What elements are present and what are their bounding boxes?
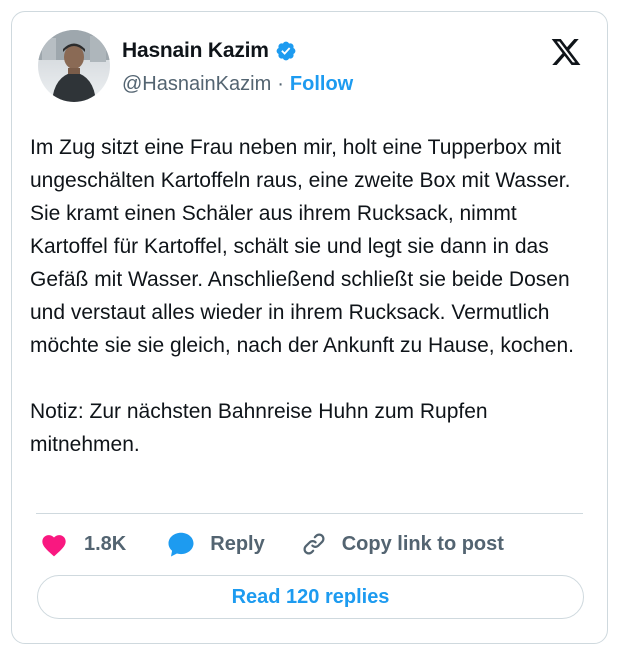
follow-button[interactable]: Follow (290, 73, 353, 96)
read-replies-button[interactable]: Read 120 replies (37, 575, 584, 619)
x-logo-icon[interactable] (549, 36, 583, 68)
like-count: 1.8K (84, 532, 127, 555)
separator-dot: · (277, 72, 284, 95)
copy-link-button[interactable]: Copy link to post (300, 530, 504, 558)
heart-icon (42, 535, 66, 557)
author-name[interactable]: Hasnain Kazim (122, 39, 269, 63)
tweet-card: Hasnain Kazim @HasnainKazim · Follow Im … (11, 11, 608, 644)
copy-link-label: Copy link to post (341, 532, 504, 555)
divider (36, 513, 583, 514)
speech-bubble-icon (168, 532, 194, 557)
verified-badge-icon (276, 41, 296, 61)
link-icon (303, 533, 325, 555)
author-handle[interactable]: @HasnainKazim (122, 73, 271, 96)
author-name-row: Hasnain Kazim (122, 37, 297, 65)
reply-button[interactable]: Reply (166, 530, 265, 558)
read-replies-label: Read 120 replies (231, 585, 390, 608)
tweet-actions: 1.8K Reply Copy link to post (40, 528, 504, 560)
author-handle-row: @HasnainKazim · Follow (122, 71, 353, 97)
like-button[interactable]: 1.8K (40, 531, 126, 557)
avatar[interactable] (38, 30, 110, 102)
tweet-text: Im Zug sitzt eine Frau neben mir, holt e… (30, 136, 574, 456)
reply-label: Reply (210, 532, 265, 555)
avatar-photo (38, 30, 110, 102)
